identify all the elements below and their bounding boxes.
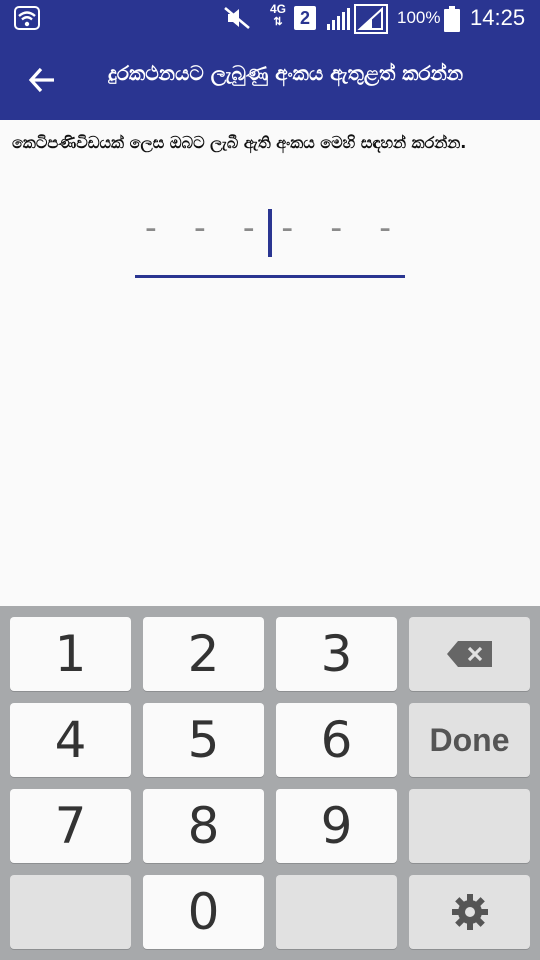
key-5[interactable]: 5	[143, 703, 264, 777]
key-3[interactable]: 3	[276, 617, 397, 691]
verification-code-input[interactable]: - - -- - -	[135, 200, 405, 280]
key-label: 6	[320, 711, 353, 769]
gear-icon	[451, 894, 488, 930]
key-6[interactable]: 6	[276, 703, 397, 777]
status-bar: 4G ⇅ 2 100% 14:25	[0, 0, 540, 38]
clock: 14:25	[470, 5, 526, 30]
backspace-key[interactable]	[409, 617, 530, 691]
key-4[interactable]: 4	[10, 703, 131, 777]
key-label: 9	[320, 797, 353, 855]
text-cursor	[268, 209, 272, 257]
network-type: 4G ⇅	[269, 2, 286, 29]
backspace-icon	[446, 641, 492, 667]
sim-badge: 2	[294, 6, 316, 30]
key-8[interactable]: 8	[143, 789, 264, 863]
page-title: දුරකථනයට ලැබුණු අංකය ඇතුළත් කරන්න	[108, 61, 464, 85]
done-label: Done	[429, 721, 510, 758]
key-label: 1	[54, 625, 87, 683]
numeric-keyboard: 1 2 3 4 5 6 Done 7 8 9 0	[0, 606, 540, 960]
key-0[interactable]: 0	[143, 875, 264, 949]
key-2[interactable]: 2	[143, 617, 264, 691]
key-label: 2	[187, 625, 220, 683]
battery-percent: 100%	[397, 8, 441, 27]
instruction-text: කෙටිපණිවිඩයක් ලෙස ඔබට ලැබී ඇති අංකය මෙහි…	[12, 133, 467, 152]
blank-key	[276, 875, 397, 949]
keyboard-settings-key[interactable]	[409, 875, 530, 949]
wifi-icon	[14, 6, 40, 30]
blank-key	[10, 875, 131, 949]
key-9[interactable]: 9	[276, 789, 397, 863]
arrow-back-icon	[28, 67, 54, 93]
signal-icon	[354, 4, 388, 34]
key-1[interactable]: 1	[10, 617, 131, 691]
key-label: 4	[54, 711, 87, 769]
blank-key	[409, 789, 530, 863]
input-underline	[135, 275, 405, 278]
mute-icon	[224, 7, 250, 29]
signal-icon	[327, 8, 350, 30]
app-bar: දුරකථනයට ලැබුණු අංකය ඇතුළත් කරන්න	[0, 38, 540, 120]
battery-icon	[444, 6, 460, 32]
key-label: 8	[187, 797, 220, 855]
done-key[interactable]: Done	[409, 703, 530, 777]
key-label: 3	[320, 625, 353, 683]
key-label: 7	[54, 797, 87, 855]
key-label: 5	[187, 711, 220, 769]
key-7[interactable]: 7	[10, 789, 131, 863]
back-button[interactable]	[20, 58, 64, 102]
key-label: 0	[187, 883, 220, 941]
